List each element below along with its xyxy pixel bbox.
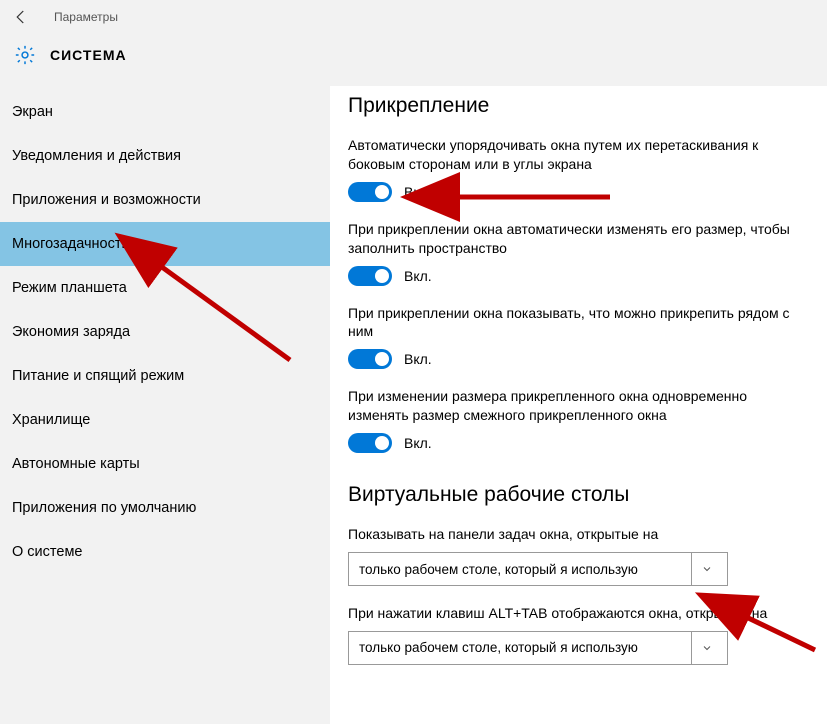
sidebar-item-display[interactable]: Экран: [0, 90, 330, 134]
page-header: СИСТЕМА: [0, 34, 827, 86]
back-button[interactable]: [8, 4, 34, 30]
select-vdesktop-taskbar[interactable]: только рабочем столе, который я использу…: [348, 552, 728, 586]
toggle-snap-adjacent-resize[interactable]: [348, 433, 392, 453]
section-title-vdesktops: Виртуальные рабочие столы: [348, 483, 797, 507]
sidebar-item-apps[interactable]: Приложения и возможности: [0, 178, 330, 222]
window-title: Параметры: [54, 10, 118, 24]
toggle-state-label: Вкл.: [404, 435, 432, 451]
sidebar-item-notifications[interactable]: Уведомления и действия: [0, 134, 330, 178]
sidebar-item-default-apps[interactable]: Приложения по умолчанию: [0, 486, 330, 530]
vdesktop-alttab-label: При нажатии клавиш ALT+TAB отображаются …: [348, 604, 797, 623]
setting-desc: При прикреплении окна автоматически изме…: [348, 220, 797, 258]
toggle-snap-assist[interactable]: [348, 349, 392, 369]
setting-snap-adjacent-resize: При изменении размера прикрепленного окн…: [348, 387, 797, 453]
page-title: СИСТЕМА: [50, 47, 127, 63]
setting-desc: При прикреплении окна показывать, что мо…: [348, 304, 797, 342]
toggle-snap-auto-arrange[interactable]: [348, 182, 392, 202]
toggle-state-label: Вкл.: [404, 268, 432, 284]
chevron-down-icon: [691, 553, 721, 585]
content-area: Прикрепление Автоматически упорядочивать…: [330, 86, 827, 724]
chevron-down-icon: [691, 632, 721, 664]
sidebar-item-tablet[interactable]: Режим планшета: [0, 266, 330, 310]
select-value: только рабочем столе, который я использу…: [359, 562, 638, 577]
setting-snap-resize: При прикреплении окна автоматически изме…: [348, 220, 797, 286]
setting-desc: Автоматически упорядочивать окна путем и…: [348, 136, 797, 174]
toggle-state-label: Вкл.: [404, 184, 432, 200]
titlebar: Параметры: [0, 0, 827, 34]
section-title-snap: Прикрепление: [348, 94, 797, 118]
select-vdesktop-alttab[interactable]: только рабочем столе, который я использу…: [348, 631, 728, 665]
toggle-state-label: Вкл.: [404, 351, 432, 367]
sidebar: Экран Уведомления и действия Приложения …: [0, 86, 330, 724]
sidebar-item-power[interactable]: Питание и спящий режим: [0, 354, 330, 398]
sidebar-item-multitasking[interactable]: Многозадачность: [0, 222, 330, 266]
gear-icon: [14, 44, 36, 66]
sidebar-item-about[interactable]: О системе: [0, 530, 330, 574]
sidebar-item-battery[interactable]: Экономия заряда: [0, 310, 330, 354]
sidebar-item-offline-maps[interactable]: Автономные карты: [0, 442, 330, 486]
select-value: только рабочем столе, который я использу…: [359, 640, 638, 655]
setting-snap-auto-arrange: Автоматически упорядочивать окна путем и…: [348, 136, 797, 202]
toggle-snap-resize[interactable]: [348, 266, 392, 286]
sidebar-item-storage[interactable]: Хранилище: [0, 398, 330, 442]
setting-desc: При изменении размера прикрепленного окн…: [348, 387, 797, 425]
back-arrow-icon: [12, 8, 30, 26]
vdesktop-taskbar-label: Показывать на панели задач окна, открыты…: [348, 525, 797, 544]
setting-snap-assist: При прикреплении окна показывать, что мо…: [348, 304, 797, 370]
